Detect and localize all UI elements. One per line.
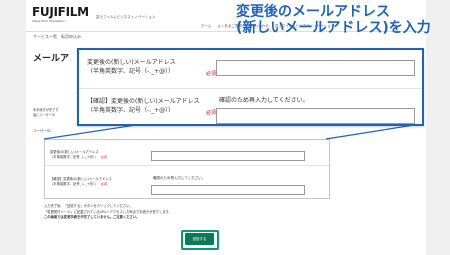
zoom-confirm-email-input[interactable] — [216, 108, 415, 124]
connector-line-right — [325, 124, 415, 140]
zoom-confirm-prompt: 確認のため再入力してください。 — [219, 97, 309, 104]
callout-connector — [43, 124, 415, 140]
zoomed-form-panel: 変更後の(新しい)メールアドレス （半角英数字、記号（-._+@）） 必須 【確… — [77, 48, 424, 126]
zoom-new-email-label: 変更後の(新しい)メールアドレス （半角英数字、記号（-._+@）） — [87, 59, 176, 75]
required-badge: 必須 — [206, 71, 217, 77]
required-badge: 必須 — [206, 110, 217, 116]
callout-title: 変更後のメールアドレス (新しいメールアドレス)を入力 — [236, 4, 431, 36]
zoom-new-email-input[interactable] — [216, 60, 415, 76]
zoom-confirm-email-row: 【確認】変更後の(新しい)メールアドレス （半角英数字、記号（-._+@）） 必… — [79, 89, 422, 126]
connector-line-left — [43, 124, 137, 140]
zoom-new-email-row: 変更後の(新しい)メールアドレス （半角英数字、記号（-._+@）） 必須 — [79, 50, 422, 89]
zoom-confirm-email-label: 【確認】変更後の(新しい)メールアドレス （半角英数字、記号（-._+@）） — [87, 98, 200, 114]
